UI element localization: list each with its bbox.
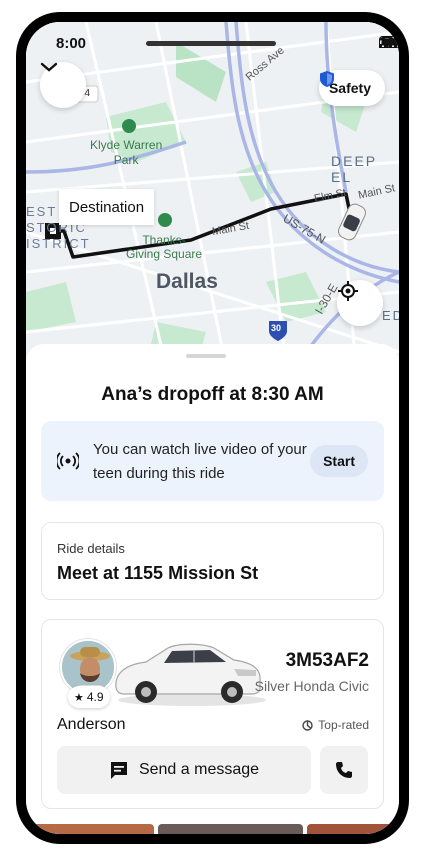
highway-30-shield-label: 30 (271, 323, 282, 333)
dynamic-island (146, 41, 276, 46)
map-label-thanksgiving-square: Thanks- Giving Square (126, 233, 203, 261)
message-icon (110, 762, 127, 779)
sheet-title: Ana’s dropoff at 8:30 AM (101, 384, 324, 405)
driver-card: ★ 4.9 3M53AF2 Silver Honda Civic Anderso… (41, 619, 384, 809)
award-icon (302, 719, 313, 731)
bottom-content-peek (26, 824, 399, 834)
collapse-button[interactable] (40, 62, 86, 108)
map-label-klyde-warren-park: Klyde Warren Park (90, 138, 163, 167)
peek-tile-3 (307, 824, 399, 834)
battery-icon (379, 36, 399, 48)
map-label-ed: ED (382, 308, 399, 323)
chevron-down-icon (40, 62, 58, 72)
map-label-deep-ellum: DEEP EL (331, 153, 377, 185)
call-driver-button[interactable] (320, 746, 368, 794)
ride-details-value: Meet at 1155 Mission St (57, 563, 259, 583)
live-broadcast-icon (57, 452, 79, 470)
map-label-dallas: Dallas (156, 270, 218, 293)
recenter-button[interactable] (337, 280, 383, 326)
live-video-card: You can watch live video of your teen du… (41, 421, 384, 501)
start-live-video-button[interactable]: Start (310, 445, 368, 477)
driver-rating-badge: ★ 4.9 (68, 686, 110, 708)
star-icon: ★ (74, 691, 84, 704)
status-bar-time: 8:00 (56, 35, 87, 52)
destination-label[interactable]: Destination (59, 189, 155, 225)
license-plate: 3M53AF2 (285, 650, 369, 671)
locate-crosshair-icon (338, 281, 358, 301)
ride-details-label: Ride details (57, 541, 125, 556)
shield-icon (319, 71, 334, 87)
phone-icon (336, 762, 352, 778)
map[interactable]: Ross Ave Klyde Warren Park DEEP EL Elm S… (26, 22, 399, 367)
app-screen: Ross Ave Klyde Warren Park DEEP EL Elm S… (26, 22, 399, 834)
driver-rating-value: 4.9 (86, 690, 104, 704)
ride-details-card[interactable]: Ride details Meet at 1155 Mission St (41, 522, 384, 600)
send-message-button[interactable]: Send a message (57, 746, 311, 794)
peek-tile-1 (26, 824, 154, 834)
safety-button[interactable]: Safety (318, 70, 385, 106)
send-message-label: Send a message (138, 761, 260, 778)
driver-name: Anderson (57, 716, 126, 733)
live-video-text: You can watch live video of your teen du… (93, 441, 307, 482)
top-rated-badge: Top-rated (302, 718, 369, 732)
car-image (115, 643, 266, 706)
car-model: Silver Honda Civic (254, 678, 369, 694)
sheet-drag-handle[interactable] (186, 354, 226, 358)
trip-bottom-sheet: Ana’s dropoff at 8:30 AM You can watch l… (26, 344, 399, 834)
safety-button-label: Safety (328, 80, 371, 96)
top-rated-label: Top-rated (318, 718, 369, 732)
peek-tile-2 (158, 824, 303, 834)
